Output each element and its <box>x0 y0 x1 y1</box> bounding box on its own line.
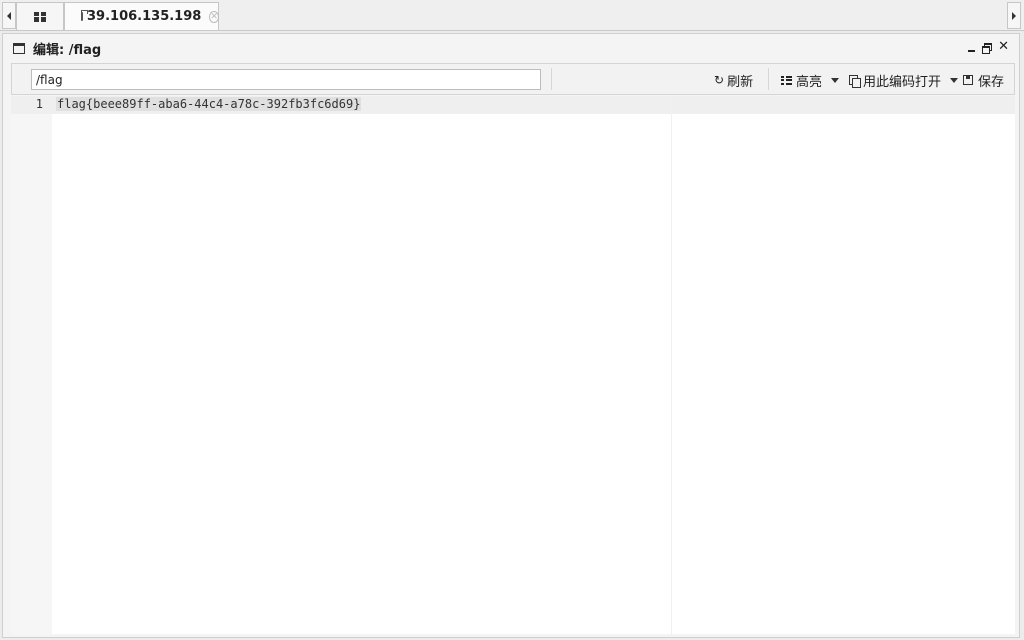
open-with-encoding-dropdown[interactable]: 用此编码打开 <box>849 70 959 90</box>
panel-title: 编辑: /flag <box>33 42 102 58</box>
grid-icon <box>34 11 46 22</box>
minimize-icon[interactable] <box>968 50 976 52</box>
tab-host[interactable]: 39.106.135.198 ✕ <box>64 2 219 30</box>
tab-host-label: 39.106.135.198 <box>87 9 202 24</box>
tab-bar: 39.106.135.198 ✕ <box>0 0 1024 31</box>
arrow-right-icon <box>1012 11 1016 20</box>
line-gutter <box>11 96 52 634</box>
code-line[interactable]: flag{beee89ff-aba6-44c4-a78c-392fb3fc6d6… <box>56 97 362 111</box>
folder-icon <box>81 10 88 21</box>
toolbar-divider <box>768 68 769 90</box>
open-with-encoding-label: 用此编码打开 <box>863 74 942 90</box>
close-icon[interactable]: ✕ <box>998 40 1009 53</box>
toolbar-divider <box>551 68 552 90</box>
caret-down-icon <box>831 77 840 83</box>
copy-icon <box>849 74 861 88</box>
code-editor[interactable]: 1 flag{beee89ff-aba6-44c4-a78c-392fb3fc6… <box>11 96 1015 634</box>
refresh-icon: ↻ <box>714 73 725 87</box>
save-button[interactable]: 保存 <box>963 70 1004 90</box>
arrow-left-icon <box>7 11 11 20</box>
editor-toolbar: ↻ 刷新 高亮 用此编码打开 保存 <box>11 63 1015 95</box>
caret-down-icon <box>950 77 959 83</box>
line-number: 1 <box>35 97 43 111</box>
tab-home[interactable] <box>16 2 64 30</box>
window-controls: ✕ <box>968 40 1009 54</box>
window-icon <box>13 42 25 54</box>
scroll-right-button[interactable] <box>1007 2 1021 29</box>
list-icon <box>781 75 792 85</box>
restore-icon[interactable] <box>982 42 993 54</box>
close-tab-icon[interactable]: ✕ <box>209 10 219 23</box>
save-icon <box>963 75 973 85</box>
highlight-dropdown[interactable]: 高亮 <box>781 70 840 90</box>
print-margin <box>671 96 672 634</box>
save-label: 保存 <box>978 74 1005 90</box>
scroll-left-button[interactable] <box>2 2 16 29</box>
path-input[interactable] <box>31 69 541 90</box>
refresh-button[interactable]: ↻ 刷新 <box>714 70 753 90</box>
refresh-label: 刷新 <box>727 74 754 90</box>
panel-header: 编辑: /flag ✕ <box>3 34 1019 62</box>
editor-panel: 编辑: /flag ✕ ↻ 刷新 高亮 用此编码打开 保存 <box>2 33 1020 638</box>
highlight-label: 高亮 <box>796 74 823 90</box>
